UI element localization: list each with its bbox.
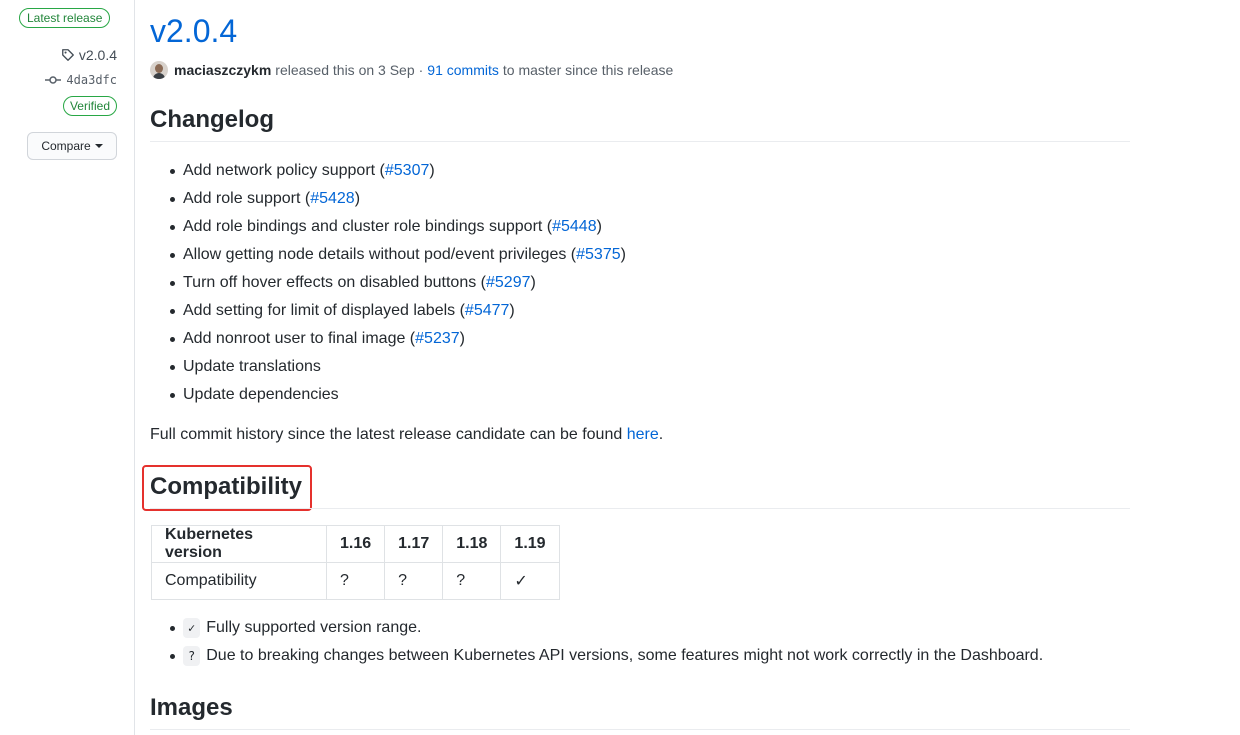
changelog-list: Add network policy support (#5307) Add r… — [150, 157, 626, 409]
note-text: Due to breaking changes between Kubernet… — [206, 647, 1044, 664]
change-text: Add network policy support ( — [183, 162, 385, 179]
changelog-divider — [150, 141, 1130, 142]
list-item: ✓ Fully supported version range. — [150, 614, 1043, 642]
changelog-heading: Changelog — [150, 106, 274, 133]
change-text: Add role bindings and cluster role bindi… — [183, 218, 553, 235]
table-header: 1.18 — [442, 525, 502, 563]
compare-button[interactable]: Compare — [27, 132, 117, 160]
pr-link[interactable]: #5477 — [465, 302, 510, 319]
check-code-chip: ✓ — [183, 618, 201, 638]
table-header-row: Kubernetes version 1.16 1.17 1.18 1.19 — [151, 525, 560, 563]
table-header: 1.16 — [325, 525, 386, 563]
commits-suffix: to master since this release — [502, 62, 674, 78]
list-item: Update translations — [150, 353, 626, 381]
table-header: 1.19 — [500, 525, 560, 563]
change-suffix: ) — [530, 274, 536, 291]
table-cell: ? — [442, 562, 502, 600]
table-cell: ? — [325, 562, 386, 600]
commit-icon — [45, 76, 62, 84]
change-suffix: ) — [459, 330, 465, 347]
compatibility-divider — [150, 508, 1130, 509]
list-item: ? Due to breaking changes between Kubern… — [150, 642, 1043, 670]
commits-link[interactable]: 91 commits — [427, 62, 499, 78]
images-divider — [150, 729, 1130, 730]
verified-badge[interactable]: Verified — [62, 96, 117, 116]
pr-link[interactable]: #5297 — [486, 274, 531, 291]
table-header: 1.17 — [384, 525, 444, 563]
commit-sha: 4da3dfc — [66, 73, 117, 87]
compatibility-notes: ✓ Fully supported version range. ? Due t… — [150, 614, 1043, 670]
table-cell: Compatibility — [151, 562, 327, 600]
change-suffix: ) — [429, 162, 435, 179]
list-item: Turn off hover effects on disabled butto… — [150, 269, 626, 297]
tag-label: v2.0.4 — [78, 47, 117, 63]
history-paragraph: Full commit history since the latest rel… — [150, 424, 663, 446]
release-title[interactable]: v2.0.4 — [150, 10, 237, 52]
author-link[interactable]: maciaszczykm — [174, 62, 271, 78]
release-meta: maciaszczykm released this on 3 Sep · 91… — [150, 60, 673, 80]
change-suffix: ) — [596, 218, 602, 235]
compatibility-table: Kubernetes version 1.16 1.17 1.18 1.19 C… — [151, 525, 560, 600]
pr-link[interactable]: #5448 — [552, 218, 597, 235]
table-header: Kubernetes version — [151, 525, 327, 563]
list-item: Add role bindings and cluster role bindi… — [150, 213, 626, 241]
list-item: Allow getting node details without pod/e… — [150, 241, 626, 269]
change-text: Add nonroot user to final image ( — [183, 330, 416, 347]
list-item: Update dependencies — [150, 381, 626, 409]
question-code-chip: ? — [183, 646, 201, 666]
table-cell: ? — [384, 562, 444, 600]
change-text: Turn off hover effects on disabled butto… — [183, 274, 486, 291]
compatibility-heading: Compatibility — [150, 473, 303, 500]
list-item: Add setting for limit of displayed label… — [150, 297, 626, 325]
released-text: released this on 3 Sep — [275, 62, 415, 78]
change-text: Allow getting node details without pod/e… — [183, 246, 577, 263]
history-end: . — [658, 426, 664, 443]
commit-link[interactable]: 4da3dfc — [45, 72, 117, 88]
tag-link[interactable]: v2.0.4 — [61, 46, 117, 64]
list-item: Add role support (#5428) — [150, 185, 626, 213]
note-text: Fully supported version range. — [206, 619, 422, 636]
pr-link[interactable]: #5375 — [576, 246, 621, 263]
pr-link[interactable]: #5237 — [415, 330, 460, 347]
change-text: Add setting for limit of displayed label… — [183, 302, 465, 319]
pr-link[interactable]: #5428 — [310, 190, 355, 207]
list-item: Add nonroot user to final image (#5237) — [150, 325, 626, 353]
change-suffix: ) — [354, 190, 361, 207]
avatar[interactable] — [150, 61, 168, 79]
history-text: Full commit history since the latest rel… — [150, 426, 623, 443]
meta-separator: · — [418, 62, 424, 78]
change-suffix: ) — [620, 246, 626, 263]
change-text: Update translations — [183, 358, 321, 375]
history-link[interactable]: here — [627, 426, 659, 443]
compare-label: Compare — [41, 139, 91, 153]
release-sidebar: Latest release v2.0.4 4da3dfc Verified C… — [0, 0, 135, 735]
tag-icon — [61, 49, 74, 61]
table-cell: ✓ — [500, 562, 560, 600]
change-suffix: ) — [509, 302, 515, 319]
pr-link[interactable]: #5307 — [385, 162, 430, 179]
images-heading: Images — [150, 694, 233, 721]
change-text: Update dependencies — [183, 386, 339, 403]
table-row: Compatibility ? ? ? ✓ — [151, 562, 560, 600]
caret-down-icon — [94, 144, 103, 148]
list-item: Add network policy support (#5307) — [150, 157, 626, 185]
change-text: Add role support ( — [183, 190, 311, 207]
latest-release-badge[interactable]: Latest release — [19, 8, 111, 28]
